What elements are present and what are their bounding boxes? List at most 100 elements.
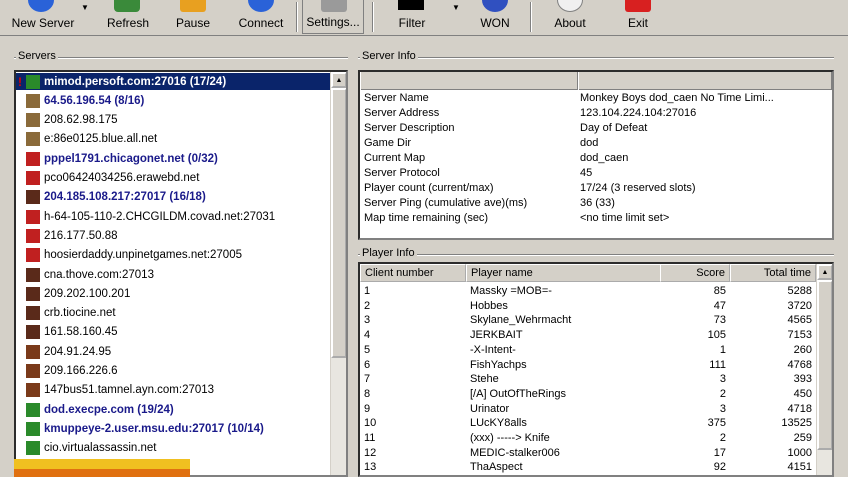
server-name: kmuppeye-2.user.msu.edu:27017 (10/14)	[44, 422, 264, 435]
server-name: 161.58.160.45	[44, 326, 118, 339]
server-row[interactable]: 209.166.226.6	[16, 363, 334, 380]
client-number: 3	[364, 314, 371, 327]
player-row[interactable]: 8 [/A] OutOfTheRings 2 450	[360, 388, 816, 403]
server-row[interactable]: 147bus51.tamnel.ayn.com:27013	[16, 382, 334, 399]
player-row[interactable]: 10 LUcKY8alls 375 13525	[360, 417, 816, 432]
player-info-panel: Client number Player name Score Total ti…	[358, 262, 834, 477]
server-name: 64.56.196.54 (8/16)	[44, 94, 145, 107]
server-row[interactable]: 161.58.160.45	[16, 324, 334, 341]
scroll-thumb[interactable]	[331, 88, 346, 358]
server-row[interactable]: ! mimod.persoft.com:27016 (17/24)	[16, 73, 334, 90]
exit-button[interactable]: Exit	[616, 0, 660, 34]
dod-icon	[26, 441, 40, 456]
about-button[interactable]: About	[546, 0, 594, 34]
server-row[interactable]: 64.56.196.54 (8/16)	[16, 92, 334, 109]
server-row[interactable]: pppel1791.chicagonet.net (0/32)	[16, 150, 334, 167]
server-name: mimod.persoft.com:27016 (17/24)	[44, 75, 227, 88]
server-name: 204.185.108.217:27017 (16/18)	[44, 191, 206, 204]
filter-button[interactable]: Filter	[382, 0, 442, 34]
player-row[interactable]: 5 -X-Intent- 1 260	[360, 344, 816, 359]
server-info-key: Server Ping (cumulative ave)(ms)	[364, 197, 528, 209]
player-total-time: 7153	[787, 329, 812, 342]
filter-dropdown-icon[interactable]: ▼	[452, 3, 460, 12]
server-info-row[interactable]: Server Description Day of Defeat	[360, 122, 832, 137]
server-info-row[interactable]: Server Protocol 45	[360, 167, 832, 182]
server-info-row[interactable]: Server Address 123.104.224.104:27016	[360, 107, 832, 122]
server-info-value: dod	[580, 137, 599, 149]
server-name: cna.thove.com:27013	[44, 268, 154, 281]
player-score: 47	[713, 299, 726, 312]
player-name: ThaAspect	[470, 461, 523, 474]
client-number-header[interactable]: Client number	[360, 264, 466, 282]
server-info-row[interactable]: Server Ping (cumulative ave)(ms) 36 (33)	[360, 197, 832, 212]
player-score: 2	[719, 387, 726, 400]
scroll-up-button[interactable]: ▲	[817, 264, 832, 280]
server-row[interactable]: pco06424034256.erawebd.net	[16, 170, 334, 187]
server-info-row[interactable]: Player count (current/max) 17/24 (3 reser…	[360, 182, 832, 197]
server-info-row[interactable]: Current Map dod_caen	[360, 152, 832, 167]
player-row[interactable]: 3 Skylane_Wehrmacht 73 4565	[360, 314, 816, 329]
hl-icon	[26, 286, 40, 301]
toolbar: New Server ▼ Refresh Pause Connect Setti…	[0, 0, 848, 36]
server-name: dod.execpe.com (19/24)	[44, 403, 174, 416]
server-row[interactable]: 204.91.24.95	[16, 343, 334, 360]
server-row[interactable]: 209.202.100.201	[16, 285, 334, 302]
player-row[interactable]: 1 Massky =MOB=- 85 5288	[360, 285, 816, 300]
server-row[interactable]: cio.virtualassassin.net	[16, 440, 334, 457]
total-time-header[interactable]: Total time	[730, 264, 816, 282]
server-row[interactable]: crb.tiocine.net	[16, 305, 334, 322]
alert-icon: !	[18, 74, 22, 89]
server-info-row[interactable]: Game Dir dod	[360, 137, 832, 152]
server-info-key-column[interactable]	[360, 72, 578, 90]
server-list[interactable]: ! mimod.persoft.com:27016 (17/24) 64.56.19…	[14, 70, 348, 477]
server-row[interactable]: 216.177.50.88	[16, 227, 334, 244]
player-row[interactable]: 13 ThaAspect 92 4151	[360, 461, 816, 475]
server-row[interactable]: e:86e0125.blue.all.net	[16, 131, 334, 148]
new-server-dropdown-icon[interactable]: ▼	[81, 3, 89, 12]
scroll-up-button[interactable]: ▲	[331, 72, 346, 88]
pause-button[interactable]: Pause	[168, 0, 218, 34]
player-list-scrollbar[interactable]: ▲	[816, 264, 832, 475]
player-name: Urinator	[470, 402, 510, 415]
server-name: cio.virtualassassin.net	[44, 442, 157, 455]
server-row[interactable]: 204.185.108.217:27017 (16/18)	[16, 189, 334, 206]
server-name: crb.tiocine.net	[44, 307, 116, 320]
server-name: 216.177.50.88	[44, 229, 118, 242]
client-number: 5	[364, 343, 371, 356]
server-info-value-column[interactable]	[578, 72, 832, 90]
server-row[interactable]: hoosierdaddy.unpinetgames.net:27005	[16, 247, 334, 264]
server-row[interactable]: h-64-105-110-2.CHCGILDM.covad.net:27031	[16, 208, 334, 225]
player-row[interactable]: 7 Stehe 3 393	[360, 373, 816, 388]
server-info-row[interactable]: Server Name Monkey Boys dod_caen No Time …	[360, 92, 832, 107]
scroll-thumb[interactable]	[817, 280, 832, 450]
player-score: 375	[707, 417, 726, 430]
soldier-icon	[26, 132, 40, 147]
settings-button[interactable]: Settings...	[302, 0, 364, 34]
server-info-row[interactable]: Map time remaining (sec) <no time limit s…	[360, 212, 832, 227]
refresh-button[interactable]: Refresh	[100, 0, 156, 34]
client-number: 7	[364, 373, 371, 386]
server-row[interactable]: dod.execpe.com (19/24)	[16, 401, 334, 418]
player-name: Stehe	[470, 373, 499, 386]
server-row[interactable]: kmuppeye-2.user.msu.edu:27017 (10/14)	[16, 420, 334, 437]
server-row[interactable]: cna.thove.com:27013	[16, 266, 334, 283]
player-row[interactable]: 12 MEDIC-stalker006 17 1000	[360, 447, 816, 462]
server-row[interactable]: 208.62.98.175	[16, 112, 334, 129]
player-row[interactable]: 11 (xxx) -----> Knife 2 259	[360, 432, 816, 447]
new-server-button[interactable]: New Server	[10, 0, 76, 34]
server-info-value: Day of Defeat	[580, 122, 648, 134]
player-row[interactable]: 4 JERKBAIT 105 7153	[360, 329, 816, 344]
score-header[interactable]: Score	[660, 264, 730, 282]
server-info-value: 123.104.224.104:27016	[580, 107, 697, 119]
connect-button[interactable]: Connect	[232, 0, 290, 34]
client-number: 12	[364, 446, 377, 459]
player-row[interactable]: 6 FishYachps 111 4768	[360, 359, 816, 374]
server-list-scrollbar[interactable]: ▲	[330, 72, 346, 475]
won-button[interactable]: WON	[470, 0, 520, 34]
player-row[interactable]: 9 Urinator 3 4718	[360, 403, 816, 418]
server-name: 147bus51.tamnel.ayn.com:27013	[44, 384, 215, 397]
player-row[interactable]: 2 Hobbes 47 3720	[360, 300, 816, 315]
won-icon	[482, 0, 508, 12]
player-name: (xxx) -----> Knife	[470, 432, 550, 444]
player-name: FishYachps	[470, 358, 527, 371]
